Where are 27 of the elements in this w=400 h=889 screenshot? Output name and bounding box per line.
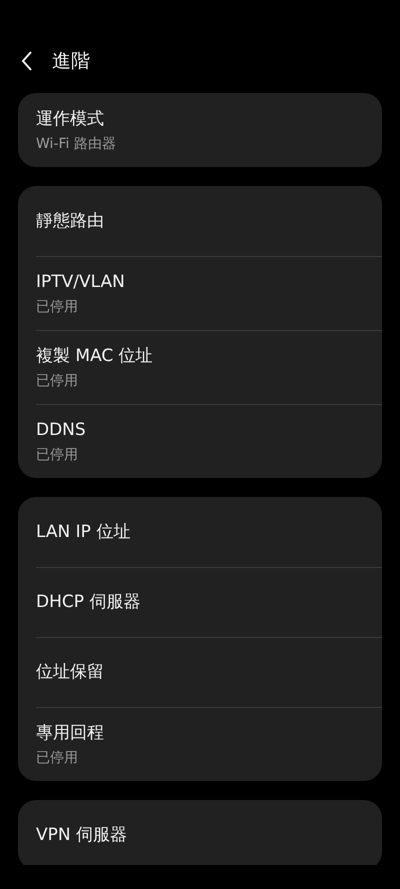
settings-item[interactable]: DHCP 伺服器: [18, 567, 382, 637]
settings-item[interactable]: DDNS 已停用: [18, 404, 382, 478]
item-title: DDNS: [36, 418, 86, 440]
item-title: 運作模式: [36, 108, 104, 130]
settings-item[interactable]: 位址保留: [18, 637, 382, 707]
settings-item[interactable]: 複製 MAC 位址 已停用: [18, 330, 382, 404]
item-status: 已停用: [36, 298, 78, 316]
back-icon[interactable]: [20, 50, 34, 72]
settings-item[interactable]: LAN IP 位址: [18, 497, 382, 567]
page-title: 進階: [52, 49, 90, 74]
item-title: DHCP 伺服器: [36, 591, 140, 613]
item-title: 專用回程: [36, 722, 104, 744]
settings-item[interactable]: 運作模式 Wi-Fi 路由器: [18, 93, 382, 167]
item-title: IPTV/VLAN: [36, 270, 125, 292]
settings-item[interactable]: 靜態路由: [18, 186, 382, 256]
settings-item[interactable]: VPN 伺服器: [18, 800, 382, 865]
item-status: 已停用: [36, 446, 78, 464]
settings-item[interactable]: 專用回程 已停用: [18, 707, 382, 781]
item-title: 位址保留: [36, 661, 104, 683]
item-title: VPN 伺服器: [36, 824, 128, 846]
item-status: Wi-Fi 路由器: [36, 134, 116, 152]
item-title: LAN IP 位址: [36, 521, 130, 543]
item-status: 已停用: [36, 748, 78, 766]
settings-item[interactable]: IPTV/VLAN 已停用: [18, 256, 382, 330]
item-title: 靜態路由: [36, 210, 104, 232]
item-status: 已停用: [36, 372, 78, 390]
item-title: 複製 MAC 位址: [36, 344, 153, 366]
